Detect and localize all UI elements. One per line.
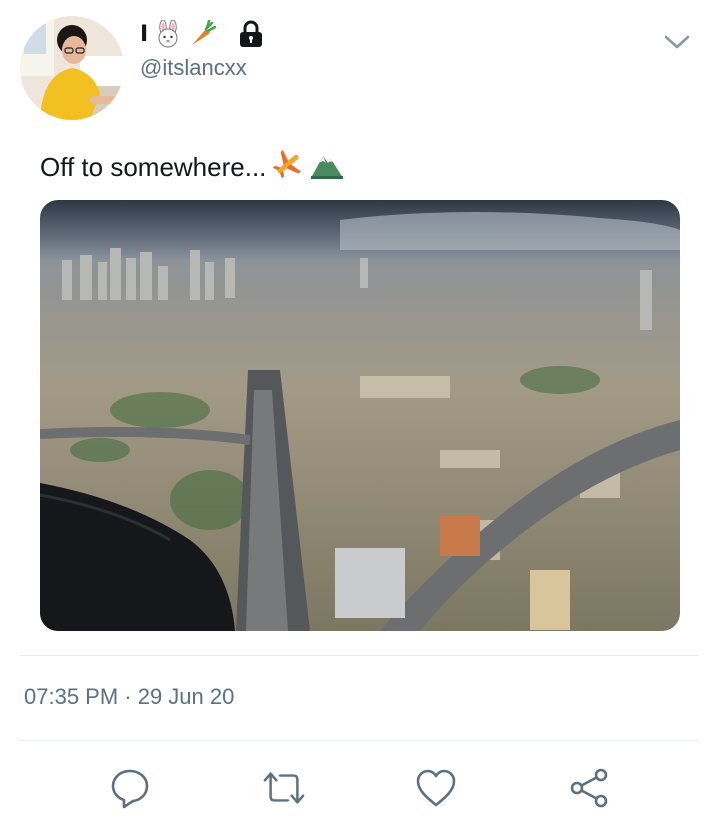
like-icon [416,769,456,807]
divider [20,740,699,741]
lock-icon [238,20,264,48]
reply-icon [111,769,149,809]
tweet-timestamp[interactable]: 07:35 PM · 29 Jun 20 [24,684,234,710]
retweet-button[interactable] [262,766,306,810]
retweet-icon [263,772,305,804]
avatar[interactable] [20,16,124,120]
tweet-text: Off to somewhere... [40,148,344,187]
chevron-down-icon[interactable] [660,28,694,54]
user-handle[interactable]: @itslancxx [140,55,247,81]
like-button[interactable] [414,766,458,810]
display-name-text: I [140,21,149,47]
display-name[interactable]: I [140,18,264,50]
share-button[interactable] [568,766,612,810]
airplane-icon [272,148,304,187]
tweet-text-content: Off to somewhere... [40,152,267,182]
reply-button[interactable] [108,766,152,810]
mountain-icon [310,148,344,187]
tweet-media-photo[interactable] [40,200,680,631]
rabbit-face-icon [154,20,182,48]
carrot-icon [188,20,217,48]
divider [20,655,699,656]
share-icon [570,768,608,808]
